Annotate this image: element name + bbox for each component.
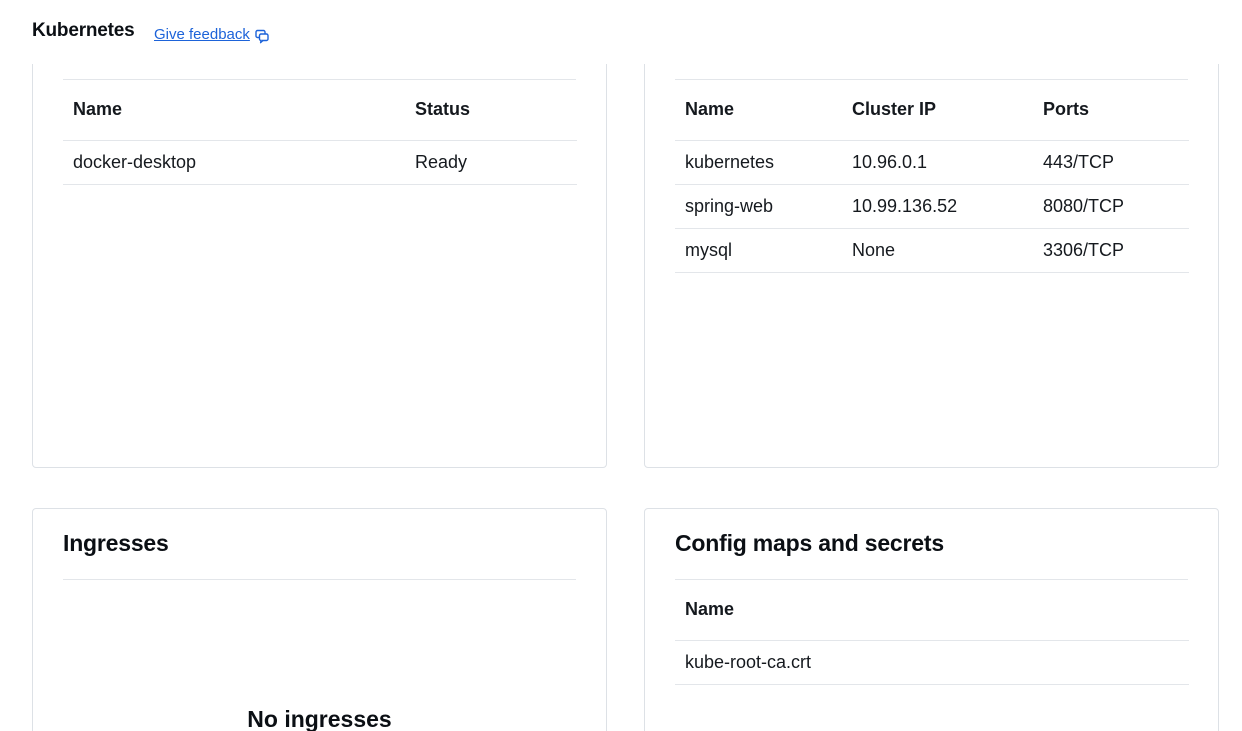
service-ports: 443/TCP [1033, 140, 1189, 185]
table-row[interactable]: mysql None 3306/TCP [675, 228, 1189, 273]
ingresses-title-divider [63, 579, 576, 580]
service-cluster-ip: 10.96.0.1 [842, 140, 1033, 185]
page-title: Kubernetes [32, 20, 135, 41]
service-cluster-ip: None [842, 228, 1033, 273]
give-feedback-link[interactable]: Give feedback [154, 25, 270, 44]
table-row[interactable]: kube-root-ca.crt [675, 640, 1189, 685]
service-ports: 8080/TCP [1033, 184, 1189, 229]
table-row[interactable]: spring-web 10.99.136.52 8080/TCP [675, 184, 1189, 229]
feedback-icon [254, 28, 270, 44]
column-header-ports: Ports [1033, 80, 1189, 141]
configmaps-table-header: Name [675, 580, 1189, 641]
nodes-table: Name Status docker-desktop Ready [63, 80, 577, 185]
ingresses-title: Ingresses [63, 530, 169, 556]
service-name: mysql [675, 228, 842, 273]
empty-state-title: No ingresses [247, 706, 392, 731]
give-feedback-label: Give feedback [154, 26, 250, 43]
ingresses-card: Ingresses No ingresses [32, 508, 607, 731]
column-header-name: Name [675, 80, 842, 141]
services-card: Name Cluster IP Ports kubernetes 10.96.0… [644, 30, 1219, 468]
configmap-name: kube-root-ca.crt [675, 640, 1189, 685]
services-table: Name Cluster IP Ports kubernetes 10.96.0… [675, 80, 1189, 273]
column-header-name: Name [63, 80, 405, 141]
services-table-header: Name Cluster IP Ports [675, 80, 1189, 141]
table-row[interactable]: docker-desktop Ready [63, 140, 577, 185]
service-name: kubernetes [675, 140, 842, 185]
configmaps-card: Config maps and secrets Name kube-root-c… [644, 508, 1219, 731]
nodes-table-header: Name Status [63, 80, 577, 141]
service-ports: 3306/TCP [1033, 228, 1189, 273]
column-header-name: Name [675, 580, 1189, 641]
node-status: Ready [405, 140, 577, 185]
service-cluster-ip: 10.99.136.52 [842, 184, 1033, 229]
page-header: Kubernetes Give feedback [0, 0, 1242, 64]
column-header-status: Status [405, 80, 577, 141]
service-name: spring-web [675, 184, 842, 229]
table-row[interactable]: kubernetes 10.96.0.1 443/TCP [675, 140, 1189, 185]
column-header-cluster-ip: Cluster IP [842, 80, 1033, 141]
node-name: docker-desktop [63, 140, 405, 185]
configmaps-table: Name kube-root-ca.crt [675, 580, 1189, 685]
configmaps-title: Config maps and secrets [675, 530, 944, 556]
nodes-card: Name Status docker-desktop Ready [32, 30, 607, 468]
